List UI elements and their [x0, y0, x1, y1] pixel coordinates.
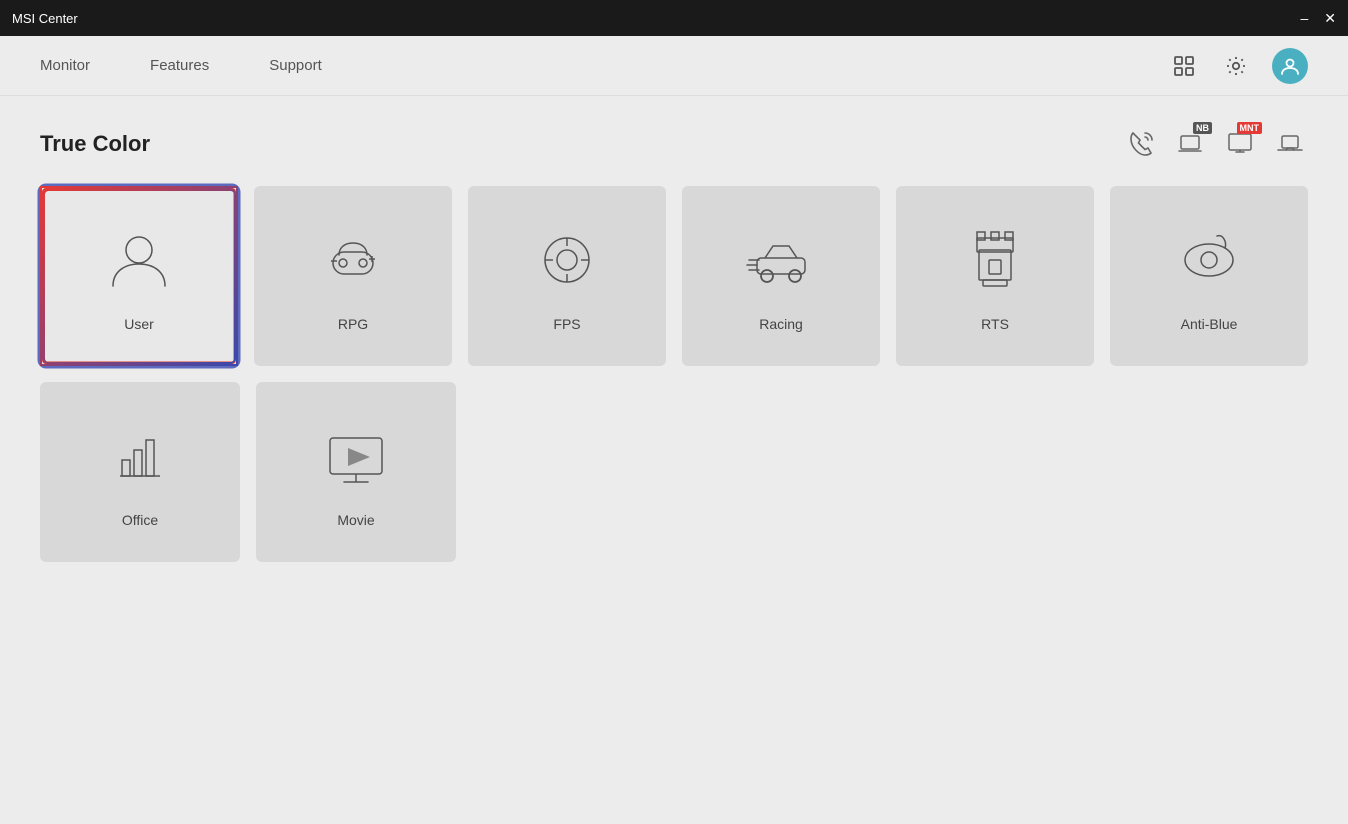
mode-label-racing: Racing: [759, 316, 803, 332]
rts-mode-icon: [955, 220, 1035, 300]
nb-badge: NB: [1193, 122, 1212, 134]
window-controls: – ✕: [1300, 11, 1336, 25]
laptop-icon[interactable]: [1272, 126, 1308, 162]
nav-tabs: Monitor Features Support: [40, 49, 322, 82]
rpg-mode-icon: [313, 220, 393, 300]
titlebar: MSI Center – ✕: [0, 0, 1348, 36]
grid-icon[interactable]: [1168, 50, 1200, 82]
mode-label-fps: FPS: [553, 316, 580, 332]
tab-features[interactable]: Features: [150, 49, 209, 82]
modes-grid: User RPG: [40, 186, 1308, 562]
movie-mode-icon: [316, 416, 396, 496]
nb-device-icon[interactable]: NB: [1172, 126, 1208, 162]
modes-row-1: User RPG: [40, 186, 1308, 366]
mode-card-movie[interactable]: Movie: [256, 382, 456, 562]
top-navigation: Monitor Features Support: [0, 36, 1348, 96]
modes-row-2: Office Mov: [40, 382, 1308, 562]
mode-card-office[interactable]: Office: [40, 382, 240, 562]
header-icons: NB MNT: [1122, 126, 1308, 162]
mode-label-rpg: RPG: [338, 316, 368, 332]
mode-card-anti-blue[interactable]: Anti-Blue: [1110, 186, 1308, 366]
anti-blue-mode-icon: [1169, 220, 1249, 300]
mode-card-rpg[interactable]: RPG: [254, 186, 452, 366]
profile-avatar[interactable]: [1272, 48, 1308, 84]
section-title: True Color: [40, 131, 150, 157]
settings-icon[interactable]: [1220, 50, 1252, 82]
office-mode-icon: [100, 416, 180, 496]
minimize-button[interactable]: –: [1300, 11, 1308, 25]
mode-label-user: User: [124, 316, 154, 332]
fps-mode-icon: [527, 220, 607, 300]
calibrate-icon[interactable]: [1122, 126, 1158, 162]
tab-support[interactable]: Support: [269, 49, 322, 82]
mode-label-anti-blue: Anti-Blue: [1181, 316, 1238, 332]
mode-label-rts: RTS: [981, 316, 1009, 332]
mode-label-office: Office: [122, 512, 158, 528]
close-button[interactable]: ✕: [1324, 11, 1336, 25]
tab-monitor[interactable]: Monitor: [40, 49, 90, 82]
mode-label-movie: Movie: [337, 512, 374, 528]
user-mode-icon: [99, 220, 179, 300]
nav-right-icons: [1168, 48, 1308, 84]
mode-card-user[interactable]: User: [40, 186, 238, 366]
mode-card-racing[interactable]: Racing: [682, 186, 880, 366]
racing-mode-icon: [741, 220, 821, 300]
mnt-badge: MNT: [1237, 122, 1263, 134]
mode-card-rts[interactable]: RTS: [896, 186, 1094, 366]
main-content: Monitor Features Support: [0, 36, 1348, 824]
section-header: True Color NB: [40, 126, 1308, 162]
mnt-device-icon[interactable]: MNT: [1222, 126, 1258, 162]
content-area: True Color NB: [0, 96, 1348, 824]
mode-card-fps[interactable]: FPS: [468, 186, 666, 366]
app-title: MSI Center: [12, 11, 78, 26]
